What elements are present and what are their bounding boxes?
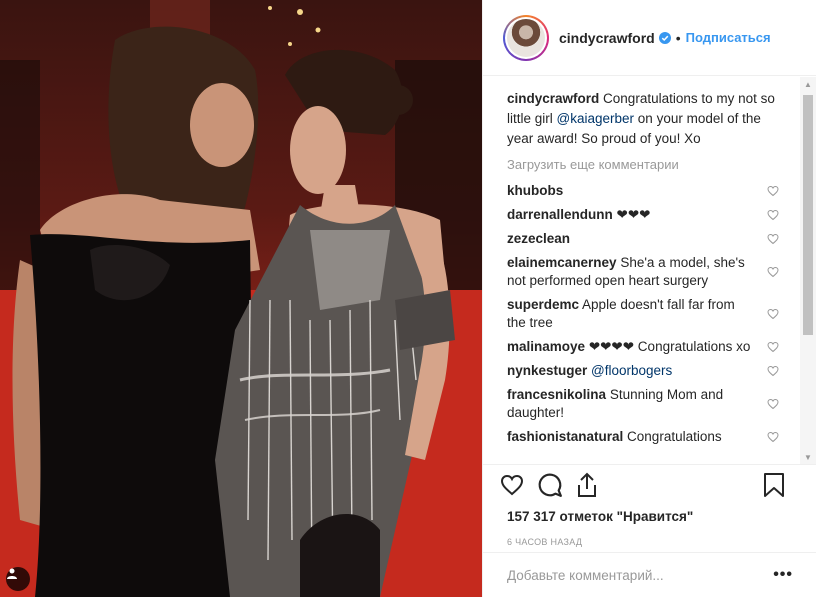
add-comment-bar: ••• — [483, 552, 816, 597]
comment-user[interactable]: superdemc — [507, 297, 579, 312]
scroll-up-arrow-icon[interactable]: ▲ — [800, 77, 816, 91]
post-actions: 157 317 отметок "Нравится" 6 ЧАСОВ НАЗАД — [483, 464, 816, 547]
comment-user[interactable]: malinamoye — [507, 339, 585, 354]
comment-like-icon[interactable] — [767, 209, 779, 221]
comment-icon — [538, 473, 562, 497]
comment-item: zezeclean — [507, 230, 779, 248]
comment-like-icon[interactable] — [767, 341, 779, 353]
comment-text: Congratulations — [627, 429, 722, 444]
post-photo[interactable] — [0, 0, 482, 597]
comment-item: nynkestuger @floorbogers — [507, 362, 779, 380]
scroll-down-arrow-icon[interactable]: ▼ — [800, 450, 816, 464]
save-button[interactable] — [763, 470, 801, 500]
scroll-thumb[interactable] — [803, 95, 813, 335]
share-button[interactable] — [575, 470, 613, 500]
bookmark-icon — [764, 473, 784, 497]
avatar[interactable] — [503, 14, 549, 61]
header-separator: • — [675, 29, 681, 46]
comment-item: francesnikolina Stunning Mom and daughte… — [507, 386, 779, 422]
comments-list[interactable]: cindycrawford Congratulations to my not … — [483, 77, 803, 464]
comment-mention[interactable]: @floorbogers — [591, 363, 672, 378]
comment-text: ❤❤❤ — [616, 207, 651, 222]
comment-user[interactable]: elainemcanerney — [507, 255, 617, 270]
comment-text: ❤❤❤❤ Congratulations xo — [588, 339, 751, 354]
load-more-comments-button[interactable]: Загрузить еще комментарии — [507, 156, 803, 174]
comment-user[interactable]: khubobs — [507, 183, 563, 198]
photo-illustration — [0, 0, 482, 597]
verified-badge-icon — [658, 31, 671, 44]
share-icon — [578, 472, 596, 497]
comment-like-icon[interactable] — [767, 266, 779, 278]
comment-like-icon[interactable] — [767, 233, 779, 245]
comment-like-icon[interactable] — [767, 431, 779, 443]
comments-scrollbar[interactable]: ▲ ▼ — [800, 77, 816, 464]
user-tag-icon[interactable] — [6, 567, 30, 591]
comment-like-icon[interactable] — [767, 185, 779, 197]
comment-user[interactable]: nynkestuger — [507, 363, 587, 378]
comment-item: darrenallendunn ❤❤❤ — [507, 206, 779, 224]
caption-author[interactable]: cindycrawford — [507, 91, 599, 106]
comment-button[interactable] — [537, 470, 575, 500]
comment-user[interactable]: francesnikolina — [507, 387, 606, 402]
likes-count[interactable]: 157 317 отметок "Нравится" — [507, 509, 801, 524]
heart-icon — [500, 474, 524, 496]
author-username[interactable]: cindycrawford — [559, 30, 655, 46]
post-caption: cindycrawford Congratulations to my not … — [507, 89, 782, 149]
comment-item: khubobs — [507, 182, 779, 200]
comment-user[interactable]: zezeclean — [507, 231, 570, 246]
comment-user[interactable]: darrenallendunn — [507, 207, 613, 222]
post-header: cindycrawford • Подписаться — [483, 0, 816, 76]
caption-mention[interactable]: @kaiagerber — [557, 111, 635, 126]
comment-item: malinamoye ❤❤❤❤ Congratulations xo — [507, 338, 779, 356]
follow-button[interactable]: Подписаться — [686, 30, 771, 45]
post-timestamp[interactable]: 6 ЧАСОВ НАЗАД — [507, 537, 801, 547]
comment-like-icon[interactable] — [767, 365, 779, 377]
more-options-button[interactable]: ••• — [773, 566, 793, 584]
comment-like-icon[interactable] — [767, 308, 779, 320]
comment-like-icon[interactable] — [767, 398, 779, 410]
comment-user[interactable]: fashionistanatural — [507, 429, 623, 444]
comment-item: elainemcanerney She'a a model, she's not… — [507, 254, 779, 290]
comment-item: superdemc Apple doesn't fall far from th… — [507, 296, 779, 332]
post-sidebar: cindycrawford • Подписаться cindycrawfor… — [482, 0, 816, 597]
comment-item: fashionistanatural Congratulations — [507, 428, 779, 446]
like-button[interactable] — [499, 470, 537, 500]
comment-input[interactable] — [507, 567, 757, 583]
